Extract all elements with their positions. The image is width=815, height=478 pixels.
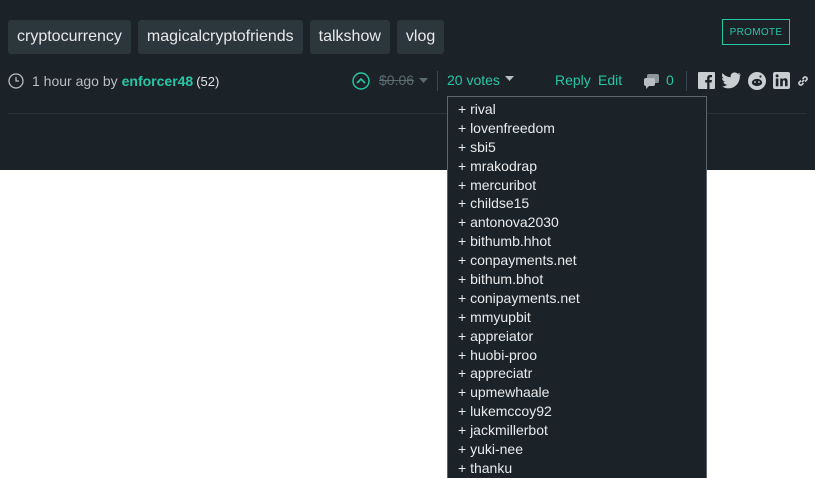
voter-item[interactable]: + upmewhaale [458, 383, 706, 402]
facebook-icon[interactable] [698, 72, 715, 89]
voter-item[interactable]: + mrakodrap [458, 157, 706, 176]
voter-item[interactable]: + rival [458, 100, 706, 119]
tag-magicalcryptofriends[interactable]: magicalcryptofriends [137, 20, 303, 54]
voter-item[interactable]: + yuki-nee [458, 440, 706, 459]
link-icon[interactable] [796, 74, 810, 88]
divider [437, 71, 438, 91]
voter-item[interactable]: + lukemccoy92 [458, 402, 706, 421]
voter-item[interactable]: + appreiator [458, 327, 706, 346]
voter-item[interactable]: + mmyupbit [458, 308, 706, 327]
tag-list: cryptocurrency magicalcryptofriends talk… [8, 20, 445, 54]
comments-count[interactable]: 0 [666, 72, 674, 88]
voter-item[interactable]: + thanku [458, 459, 706, 478]
post-meta: 1 hour ago by enforcer48 (52) [8, 70, 219, 92]
voter-item[interactable]: + mercuribot [458, 176, 706, 195]
voter-item[interactable]: + antonova2030 [458, 213, 706, 232]
voter-item[interactable]: + jackmillerbot [458, 421, 706, 440]
tag-cryptocurrency[interactable]: cryptocurrency [8, 20, 131, 54]
voter-item[interactable]: + appreciatr [458, 364, 706, 383]
tag-vlog[interactable]: vlog [396, 20, 445, 54]
voter-item[interactable]: + bithum.bhot [458, 270, 706, 289]
divider [686, 71, 687, 91]
post-time: 1 hour ago by [32, 73, 118, 89]
payout-value[interactable]: $0.06 [379, 72, 414, 88]
reddit-icon[interactable] [748, 72, 766, 90]
payout-dropdown-icon[interactable] [419, 78, 428, 84]
author-reputation: (52) [196, 73, 220, 89]
voter-item[interactable]: + childse15 [458, 194, 706, 213]
voter-item[interactable]: + bithumb.hhot [458, 232, 706, 251]
voter-item[interactable]: + conpayments.net [458, 251, 706, 270]
voters-dropdown-list: + rival + lovenfreedom + sbi5 + mrakodra… [447, 96, 707, 478]
twitter-icon[interactable] [722, 72, 741, 89]
voter-item[interactable]: + huobi-proo [458, 346, 706, 365]
linkedin-icon[interactable] [773, 72, 790, 89]
upvote-icon[interactable] [352, 72, 370, 90]
edit-link[interactable]: Edit [598, 72, 622, 88]
comments-icon[interactable] [643, 73, 660, 89]
promote-button[interactable]: PROMOTE [722, 19, 790, 45]
tag-talkshow[interactable]: talkshow [309, 20, 390, 54]
voter-item[interactable]: + lovenfreedom [458, 119, 706, 138]
votes-dropdown[interactable]: 20 votes [447, 72, 500, 88]
reply-link[interactable]: Reply [555, 72, 591, 88]
voter-item[interactable]: + conipayments.net [458, 289, 706, 308]
author-link[interactable]: enforcer48 [122, 73, 194, 89]
clock-icon [8, 73, 24, 89]
voter-item[interactable]: + sbi5 [458, 138, 706, 157]
votes-chevron-down-icon[interactable] [505, 76, 514, 82]
